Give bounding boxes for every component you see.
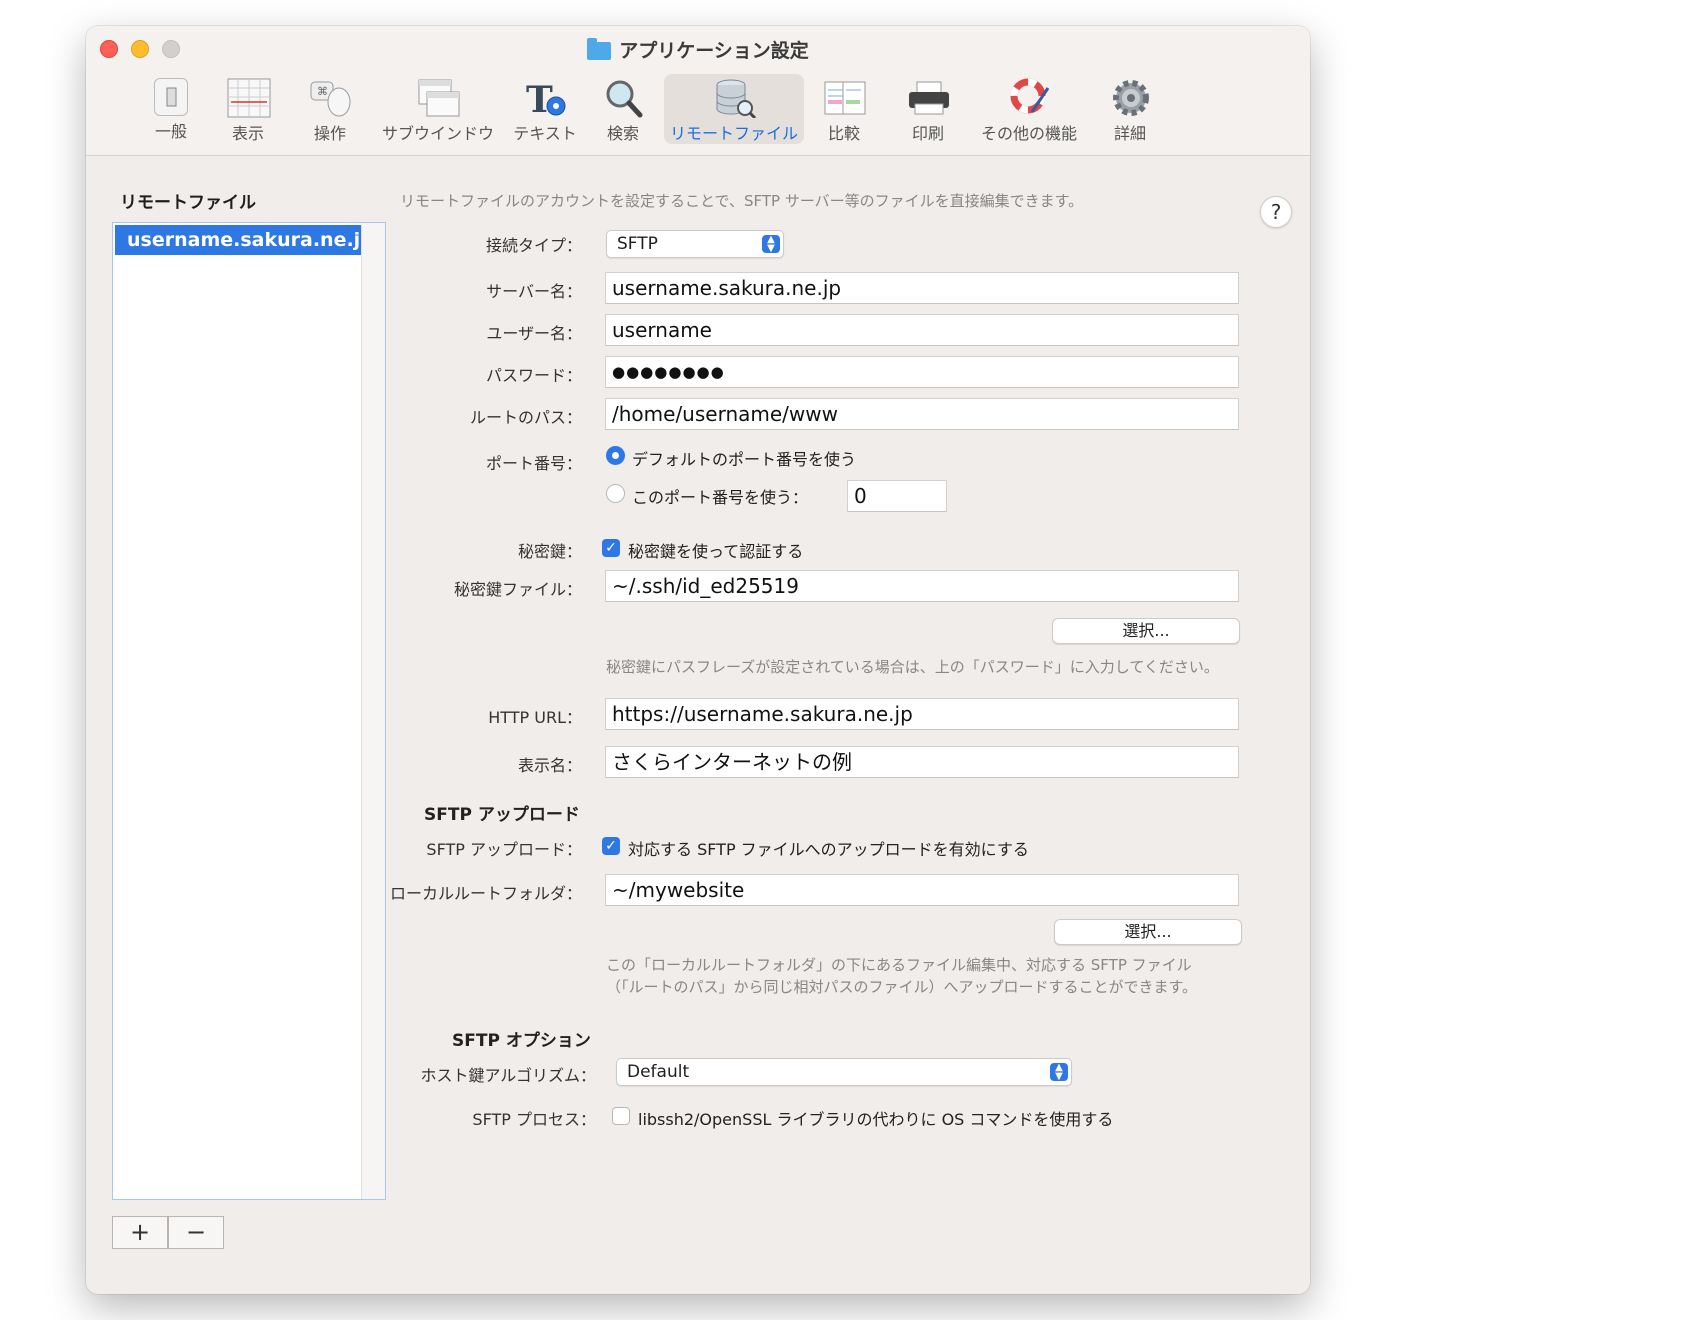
tab-text[interactable]: T テキスト <box>510 74 580 144</box>
sftp-process-checkbox-label: libssh2/OpenSSL ライブラリの代わりに OS コマンドを使用する <box>638 1110 1114 1129</box>
mouse-keyboard-icon: ⌘ <box>309 78 351 118</box>
root-path-label: ルートのパス： <box>469 408 582 427</box>
tab-search[interactable]: 検索 <box>598 74 648 144</box>
preferences-window: アプリケーション設定 一般 表示 ⌘ 操作 サブウインドウ T テキスト 検索 … <box>86 26 1310 1294</box>
tab-advanced[interactable]: 詳細 <box>1102 74 1158 144</box>
sftp-upload-checkbox[interactable]: ✓ <box>602 837 620 855</box>
list-item-account[interactable]: username.sakura.ne.jp <box>115 225 374 255</box>
printer-icon <box>907 78 949 118</box>
server-label: サーバー名： <box>486 282 582 301</box>
choose-local-root-button[interactable]: 選択... <box>1054 919 1242 945</box>
text-gear-icon: T <box>524 78 566 121</box>
display-name-label: 表示名： <box>517 756 582 775</box>
tab-display[interactable]: 表示 <box>218 74 278 144</box>
private-key-label: 秘密鍵： <box>517 542 582 561</box>
description-text: リモートファイルのアカウントを設定することで、SFTP サーバー等のファイルを直… <box>400 192 1084 210</box>
sftp-options-section-title: SFTP オプション <box>452 1031 591 1051</box>
root-path-field[interactable]: /home/username/www <box>605 398 1239 430</box>
local-root-label: ローカルルートフォルダ： <box>389 884 582 903</box>
password-field[interactable]: ●●●●●●●● <box>605 356 1239 388</box>
connection-type-label: 接続タイプ： <box>485 236 582 255</box>
window-title: アプリケーション設定 <box>86 36 1310 63</box>
connection-type-select[interactable]: SFTP ▲ ▼ <box>606 230 784 258</box>
tab-compare[interactable]: 比較 <box>816 74 872 144</box>
tab-general[interactable]: 一般 <box>136 74 206 144</box>
tab-remote-file[interactable]: リモートファイル <box>664 74 804 144</box>
http-url-label: HTTP URL： <box>488 708 582 727</box>
remove-account-button[interactable]: − <box>168 1216 224 1249</box>
chevron-updown-icon: ▲ ▼ <box>1050 1063 1068 1082</box>
private-key-note: 秘密鍵にパスフレーズが設定されている場合は、上の「パスワード」に入力してください… <box>606 658 1219 676</box>
help-button[interactable]: ? <box>1260 196 1292 228</box>
display-grid-icon <box>227 78 271 118</box>
preferences-toolbar: 一般 表示 ⌘ 操作 サブウインドウ T テキスト 検索 リモートファイル 比較… <box>86 72 1310 156</box>
switch-icon <box>154 78 188 116</box>
add-account-button[interactable]: + <box>112 1216 168 1249</box>
folder-icon <box>587 38 612 60</box>
database-icon <box>713 78 757 120</box>
display-name-field[interactable]: さくらインターネットの例 <box>605 746 1239 778</box>
host-key-select[interactable]: Default ▲ ▼ <box>616 1058 1072 1086</box>
tab-subwindow[interactable]: サブウインドウ <box>378 74 498 144</box>
choose-key-file-button[interactable]: 選択... <box>1052 618 1240 644</box>
private-key-file-label: 秘密鍵ファイル： <box>453 580 582 599</box>
chevron-updown-icon: ▲ ▼ <box>762 235 780 254</box>
remote-account-list[interactable]: username.sakura.ne.jp <box>112 222 386 1200</box>
port-custom-option: このポート番号を使う： <box>632 488 809 507</box>
server-field[interactable]: username.sakura.ne.jp <box>605 272 1239 304</box>
sftp-upload-note-line2: （「ルートのパス」から同じ相対パスのファイル）へアップロードすることができます。 <box>606 978 1198 996</box>
local-root-field[interactable]: ~/mywebsite <box>605 874 1239 906</box>
tab-print[interactable]: 印刷 <box>900 74 956 144</box>
sftp-process-label: SFTP プロセス： <box>472 1110 596 1129</box>
user-label: ユーザー名： <box>486 324 582 343</box>
sftp-process-checkbox[interactable] <box>612 1107 630 1125</box>
port-number-field[interactable]: 0 <box>847 480 947 512</box>
http-url-field[interactable]: https://username.sakura.ne.jp <box>605 698 1239 730</box>
port-default-option: デフォルトのポート番号を使う <box>632 450 857 469</box>
sidebar-title: リモートファイル <box>120 193 256 213</box>
sftp-upload-note-line1: この「ローカルルートフォルダ」の下にあるファイル編集中、対応する SFTP ファ… <box>606 956 1192 974</box>
port-default-radio[interactable] <box>606 446 625 465</box>
sftp-upload-section-title: SFTP アップロード <box>424 805 580 825</box>
password-label: パスワード： <box>485 366 582 385</box>
host-key-label: ホスト鍵アルゴリズム： <box>420 1066 596 1085</box>
svg-text:⌘: ⌘ <box>317 85 328 98</box>
port-label: ポート番号： <box>485 454 582 473</box>
gear-icon <box>1109 78 1151 118</box>
private-key-file-field[interactable]: ~/.ssh/id_ed25519 <box>605 570 1239 602</box>
connection-type-value: SFTP <box>617 234 658 254</box>
magnifier-icon <box>602 78 644 118</box>
compare-docs-icon <box>823 78 866 118</box>
host-key-value: Default <box>627 1062 690 1082</box>
sftp-upload-checkbox-label: 対応する SFTP ファイルへのアップロードを有効にする <box>628 840 1029 859</box>
tab-other-features[interactable]: その他の機能 <box>972 74 1086 144</box>
sftp-upload-label: SFTP アップロード： <box>426 840 582 859</box>
subwindow-icon <box>417 78 460 118</box>
tab-operation[interactable]: ⌘ 操作 <box>300 74 360 144</box>
title-bar: アプリケーション設定 一般 表示 ⌘ 操作 サブウインドウ T テキスト 検索 … <box>86 26 1310 156</box>
private-key-checkbox-label: 秘密鍵を使って認証する <box>628 542 804 561</box>
lifebuoy-icon <box>1008 78 1050 118</box>
user-field[interactable]: username <box>605 314 1239 346</box>
private-key-checkbox[interactable]: ✓ <box>602 539 620 557</box>
port-custom-radio[interactable] <box>606 484 625 503</box>
list-scrollbar[interactable] <box>361 223 385 1199</box>
